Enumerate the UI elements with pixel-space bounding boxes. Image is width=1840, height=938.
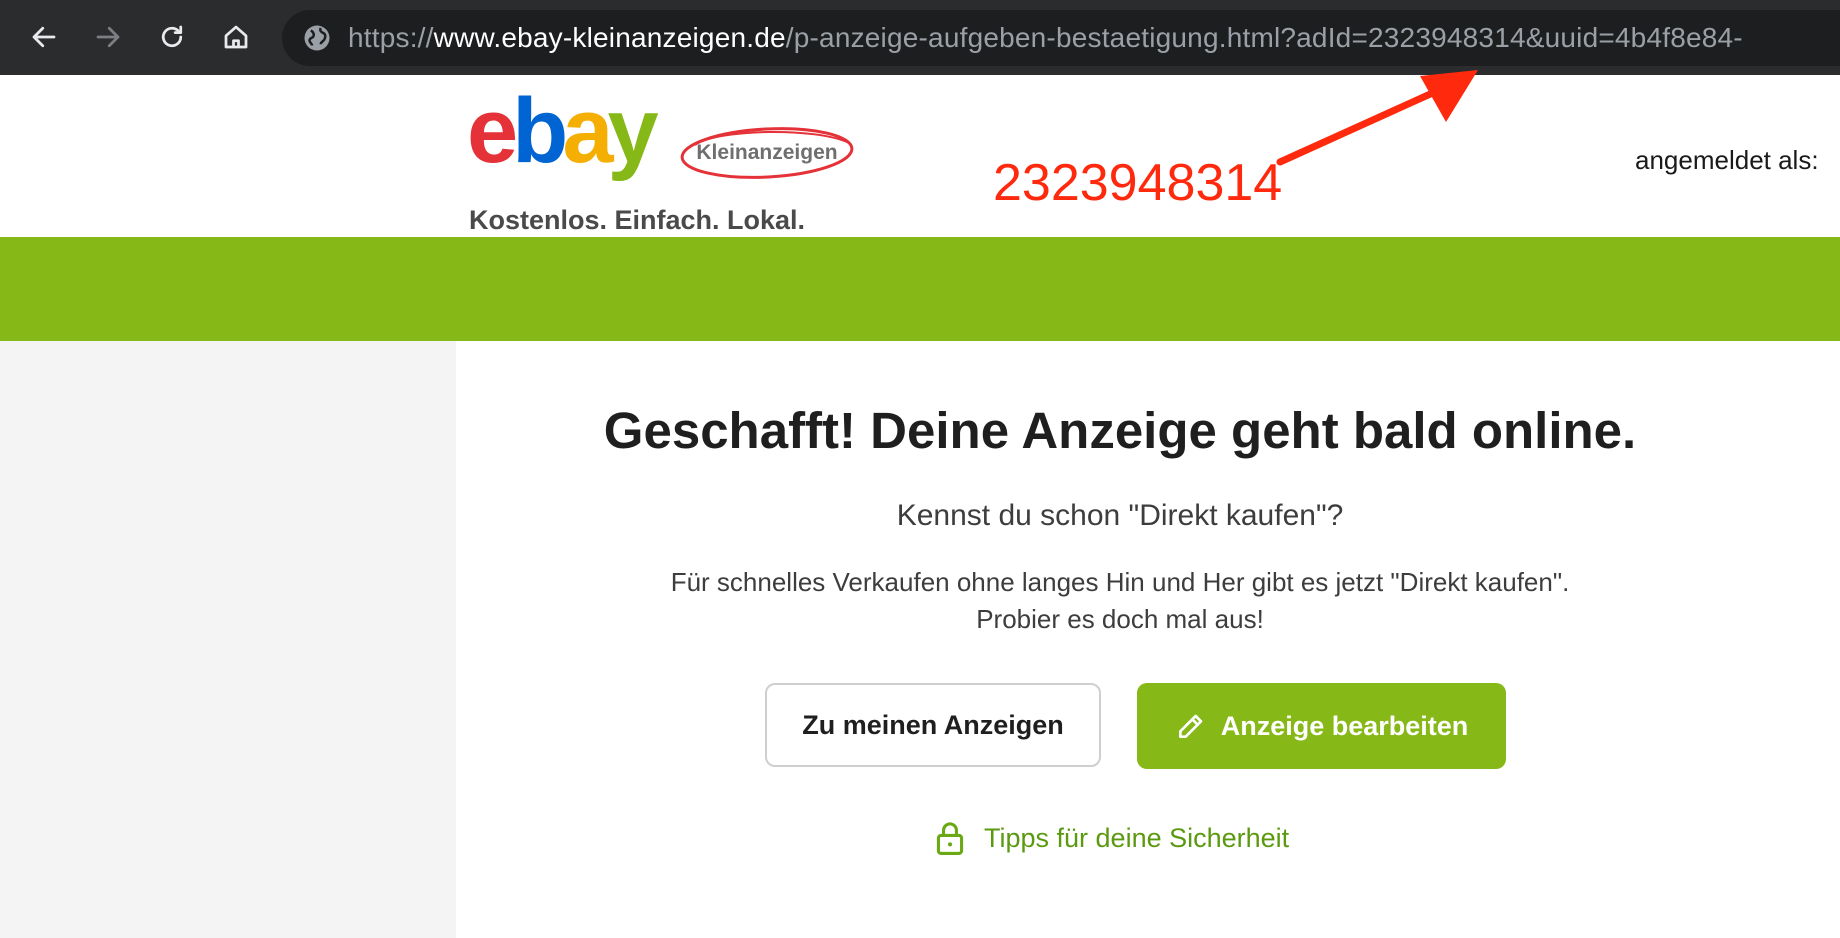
globe-icon[interactable] [302,23,332,53]
login-status: angemeldet als: [1635,145,1819,175]
reload-icon [161,25,183,48]
my-ads-button[interactable]: Zu meinen Anzeigen [765,683,1101,767]
edit-ad-label: Anzeige bearbeiten [1220,710,1469,741]
lock-icon [936,822,964,855]
home-button[interactable] [213,14,259,60]
pencil-icon [1178,714,1203,738]
logo-letter-y: y [607,80,659,182]
tagline: Kostenlos. Einfach. Lokal. [469,205,806,235]
safety-tips-link[interactable]: Tipps für deine Sicherheit [934,816,1289,860]
forward-button[interactable] [85,14,131,60]
logo-letter-e: e [467,80,518,182]
subtitle: Kennst du schon "Direkt kaufen"? [896,499,1344,532]
site-logo[interactable]: ebay Kleinanzeigen Kostenlos. Einfach. L… [467,85,867,235]
url-host: www.ebay-kleinanzeigen.de [433,22,786,53]
ebay-wordmark: ebay [467,85,659,177]
url-scheme: https:// [348,22,434,53]
url-path: /p-anzeige-aufgeben-bestaetigung.html?ad… [785,22,1743,53]
site-header: ebay Kleinanzeigen Kostenlos. Einfach. L… [0,75,1840,237]
badge-text: Kleinanzeigen [696,141,838,164]
description: Für schnelles Verkaufen ohne langes Hin … [456,564,1784,638]
annotation-ad-id: 2323948314 [993,154,1283,212]
page-title: Geschafft! Deine Anzeige geht bald onlin… [603,402,1637,459]
confirmation-panel: Geschafft! Deine Anzeige geht bald onlin… [456,341,1840,938]
url-text[interactable]: https://www.ebay-kleinanzeigen.de/p-anze… [348,10,1743,66]
description-line: Für schnelles Verkaufen ohne langes Hin … [670,567,1570,597]
annotation-arrow-icon [1276,70,1478,166]
arrow-left-icon [32,26,56,48]
logo-letter-b: b [512,80,568,182]
back-button[interactable] [21,14,67,60]
safety-tips-label: Tipps für deine Sicherheit [984,822,1290,853]
logo-letter-a: a [562,80,613,182]
edit-ad-button[interactable]: Anzeige bearbeiten [1137,683,1506,769]
description-line: Probier es doch mal aus! [976,604,1264,634]
browser-toolbar: https://www.ebay-kleinanzeigen.de/p-anze… [0,0,1840,75]
arrow-right-icon [96,26,120,48]
address-bar[interactable]: https://www.ebay-kleinanzeigen.de/p-anze… [282,10,1840,66]
left-sidebar [0,341,456,938]
kleinanzeigen-badge: Kleinanzeigen [677,123,857,183]
green-banner [0,237,1840,341]
my-ads-label: Zu meinen Anzeigen [802,709,1064,740]
reload-button[interactable] [149,14,195,60]
home-icon [224,25,248,49]
